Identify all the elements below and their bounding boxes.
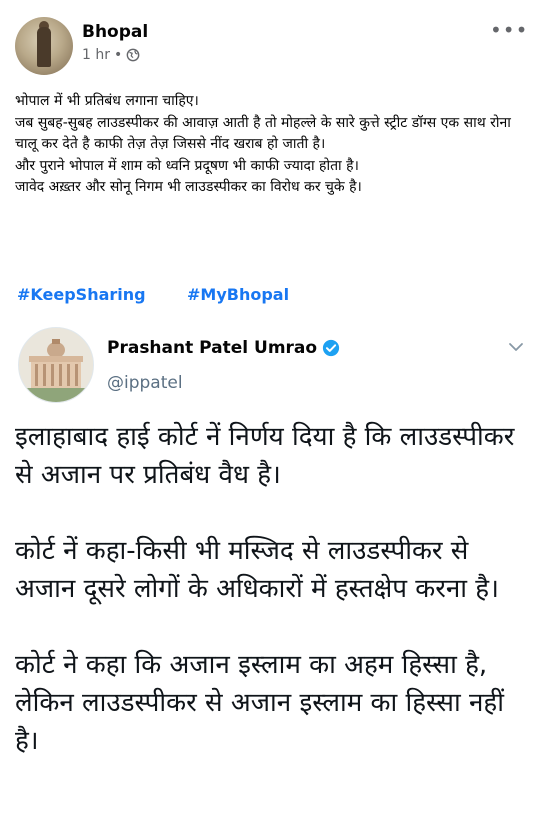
hashtag-keepsharing[interactable]: #KeepSharing (17, 285, 146, 304)
post-line-4: जावेद अख़्तर और सोनू निगम भी लाउडस्पीकर … (15, 179, 362, 195)
post-body: भोपाल में भी प्रतिबंध लगाना चाहिए। जब सु… (15, 91, 527, 199)
post-line-3: और पुराने भोपाल में शाम को ध्वनि प्रदूषण… (15, 157, 359, 174)
avatar-statue-body (37, 27, 51, 67)
tweet-author-name: Prashant Patel Umrao (107, 338, 318, 358)
court-building-image (19, 328, 93, 402)
verified-badge-icon (322, 339, 340, 357)
tweet-author[interactable]: Prashant Patel Umrao (107, 338, 340, 358)
more-dots-icon[interactable]: ••• (490, 18, 528, 42)
tweet-avatar[interactable] (18, 327, 94, 403)
post-line-1: भोपाल में भी प्रतिबंध लगाना चाहिए। (15, 93, 199, 109)
meta-separator: • (114, 47, 123, 63)
tweet-paragraph-1: इलाहाबाद हाई कोर्ट नें निर्णय दिया है कि… (15, 422, 515, 490)
tweet-handle[interactable]: @ippatel (107, 373, 183, 393)
globe-icon (126, 48, 140, 62)
tweet-paragraph-2: कोर्ट नें कहा-किसी भी मस्जिद से लाउडस्पी… (15, 536, 499, 604)
chevron-down-icon[interactable] (507, 338, 525, 356)
page-avatar[interactable] (15, 17, 73, 75)
tweet-paragraph-3: कोर्ट ने कहा कि अजान इस्लाम का अहम हिस्स… (15, 650, 504, 756)
post-time[interactable]: 1 hr (82, 47, 110, 63)
tweet-text: इलाहाबाद हाई कोर्ट नें निर्णय दिया है कि… (15, 418, 530, 798)
page-name-link[interactable]: Bhopal (82, 22, 148, 42)
hashtag-mybhopal[interactable]: #MyBhopal (187, 285, 289, 304)
post-header: Bhopal 1 hr • ••• (0, 0, 540, 80)
post-line-2: जब सुबह-सुबह लाउडस्पीकर की आवाज़ आती है … (15, 114, 511, 153)
post-meta: 1 hr • (82, 47, 140, 63)
